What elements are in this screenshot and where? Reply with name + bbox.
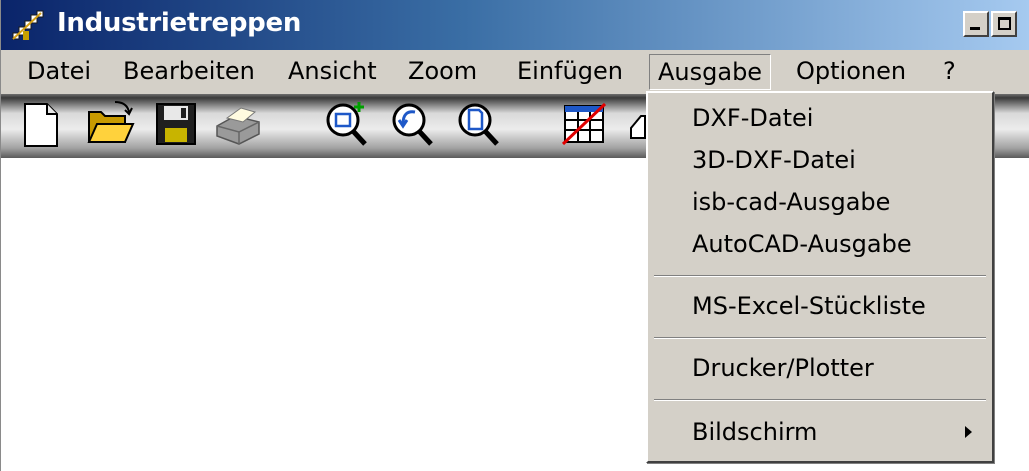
new-document-icon bbox=[24, 103, 58, 147]
menu-help[interactable]: ? bbox=[935, 54, 964, 90]
menu-optionen[interactable]: Optionen bbox=[788, 54, 914, 90]
menu-bearbeiten[interactable]: Bearbeiten bbox=[115, 54, 263, 90]
menu-item-drucker-plotter[interactable]: Drucker/Plotter bbox=[648, 349, 992, 387]
zoom-in-icon bbox=[326, 102, 367, 146]
menu-separator bbox=[654, 337, 986, 339]
menu-ausgabe[interactable]: Ausgabe bbox=[649, 54, 772, 90]
zoom-page-icon bbox=[458, 103, 499, 146]
menu-separator bbox=[654, 399, 986, 401]
open-folder-icon bbox=[87, 101, 135, 143]
print-icon bbox=[216, 107, 260, 145]
zoom-previous-icon bbox=[392, 103, 433, 146]
print-button[interactable] bbox=[213, 98, 263, 150]
menu-bar: Datei Bearbeiten Ansicht Zoom Einfügen A… bbox=[1, 50, 1029, 94]
zoom-page-button[interactable] bbox=[453, 98, 503, 150]
menu-item-isb-cad-ausgabe[interactable]: isb-cad-Ausgabe bbox=[648, 183, 992, 221]
app-window: Industrietreppen Datei Bearbeiten Ansich… bbox=[0, 0, 1029, 471]
grid-toggle-button[interactable] bbox=[559, 98, 609, 150]
menu-zoom[interactable]: Zoom bbox=[400, 54, 485, 90]
zoom-previous-button[interactable] bbox=[387, 98, 437, 150]
menu-ansicht[interactable]: Ansicht bbox=[280, 54, 385, 90]
menu-item-dxf-datei[interactable]: DXF-Datei bbox=[648, 99, 992, 137]
minimize-icon bbox=[970, 27, 980, 30]
menu-item-bildschirm[interactable]: Bildschirm bbox=[648, 413, 992, 451]
maximize-button[interactable] bbox=[991, 11, 1017, 37]
stairs-app-icon[interactable] bbox=[11, 9, 45, 41]
menu-item-autocad-ausgabe[interactable]: AutoCAD-Ausgabe bbox=[648, 225, 992, 263]
submenu-arrow-icon bbox=[965, 426, 972, 438]
save-floppy-icon bbox=[156, 103, 196, 145]
menu-item-bildschirm-label: Bildschirm bbox=[692, 418, 818, 446]
menu-datei[interactable]: Datei bbox=[19, 54, 99, 90]
title-bar[interactable]: Industrietreppen bbox=[1, 0, 1029, 50]
ausgabe-dropdown-menu: DXF-Datei 3D-DXF-Datei isb-cad-Ausgabe A… bbox=[646, 91, 994, 463]
grid-toggle-icon bbox=[561, 102, 607, 146]
menu-einfuegen[interactable]: Einfügen bbox=[509, 54, 631, 90]
zoom-in-button[interactable] bbox=[321, 98, 371, 150]
minimize-button[interactable] bbox=[963, 11, 989, 37]
menu-separator bbox=[654, 275, 986, 277]
menu-item-3d-dxf-datei[interactable]: 3D-DXF-Datei bbox=[648, 141, 992, 179]
window-title: Industrietreppen bbox=[57, 8, 302, 38]
new-document-button[interactable] bbox=[17, 98, 67, 150]
menu-item-ms-excel-stueckliste[interactable]: MS-Excel-Stückliste bbox=[648, 287, 992, 325]
save-button[interactable] bbox=[151, 98, 201, 150]
open-file-button[interactable] bbox=[85, 98, 135, 150]
maximize-icon bbox=[998, 17, 1011, 30]
